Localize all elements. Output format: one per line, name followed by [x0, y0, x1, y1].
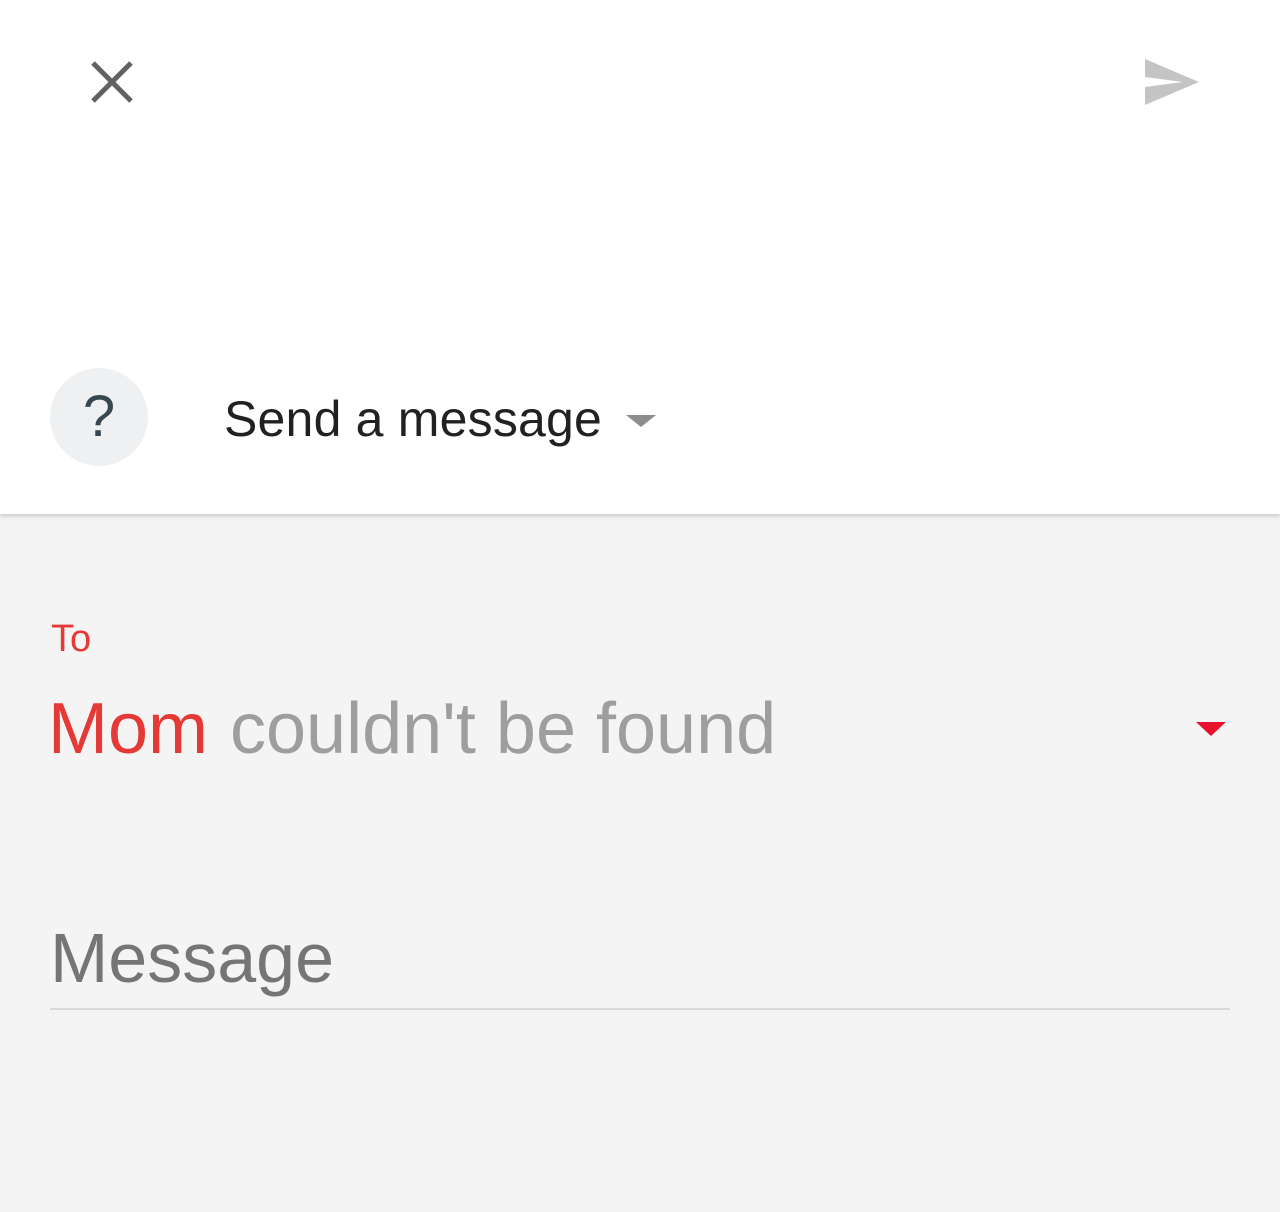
help-icon: ?	[50, 368, 148, 466]
caret-down-icon	[626, 415, 657, 427]
recipient-field[interactable]: Mom couldn't be found	[48, 684, 1238, 774]
message-input[interactable]	[50, 908, 1230, 1010]
action-label: Send a message	[224, 391, 603, 447]
send-icon	[1145, 59, 1199, 105]
recipient-name: Mom	[48, 689, 208, 769]
compose-form: To Mom couldn't be found	[0, 514, 1280, 1212]
help-glyph: ?	[82, 384, 116, 449]
action-dropdown[interactable]: Send a message	[224, 384, 657, 454]
close-icon	[91, 61, 133, 103]
to-label: To	[51, 618, 92, 660]
recipient-dropdown-icon[interactable]	[1196, 722, 1226, 736]
close-button[interactable]	[80, 50, 144, 114]
recipient-status: couldn't be found	[230, 689, 777, 769]
send-button[interactable]	[1138, 50, 1206, 114]
compose-header: ? Send a message	[0, 0, 1280, 514]
